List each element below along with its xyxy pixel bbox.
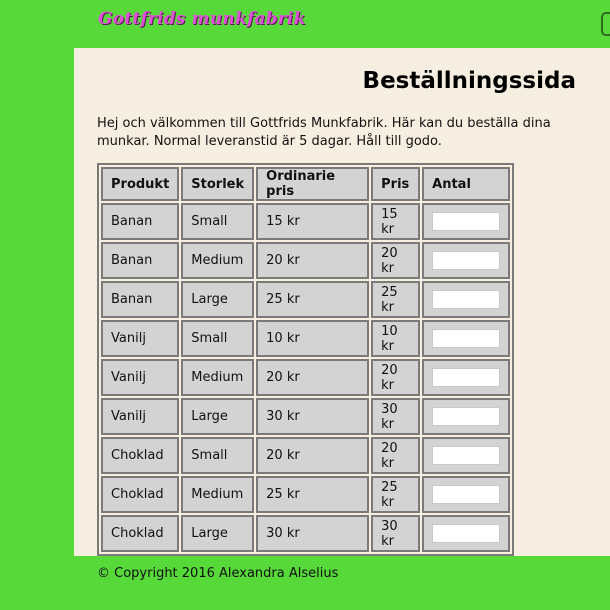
table-row: Choklad Small 20 kr 20 kr [101, 437, 511, 474]
cell-product: Vanilj [101, 320, 180, 357]
cell-price: 15 kr [371, 203, 421, 240]
table-row: Choklad Medium 25 kr 25 kr [101, 476, 511, 513]
cell-product: Choklad [101, 515, 180, 552]
cell-quantity [422, 515, 511, 552]
cell-regular-price: 20 kr [256, 359, 370, 396]
table-row: Choklad Large 30 kr 30 kr [101, 515, 511, 552]
table-header-row: Produkt Storlek Ordinarie pris Pris Anta… [101, 167, 511, 201]
table-row: Vanilj Medium 20 kr 20 kr [101, 359, 511, 396]
cell-quantity [422, 281, 511, 318]
cell-size: Small [181, 203, 255, 240]
header-quantity: Antal [422, 167, 511, 201]
cell-price: 25 kr [371, 281, 421, 318]
quantity-input[interactable] [432, 407, 501, 426]
cell-regular-price: 30 kr [256, 515, 370, 552]
cell-quantity [422, 437, 511, 474]
cell-size: Large [181, 515, 255, 552]
cell-product: Banan [101, 281, 180, 318]
cell-size: Large [181, 398, 255, 435]
table-row: Banan Large 25 kr 25 kr [101, 281, 511, 318]
cell-product: Banan [101, 242, 180, 279]
quantity-input[interactable] [432, 251, 501, 270]
site-logo[interactable]: Gottfrids munkfabrik [98, 9, 306, 29]
table-row: Vanilj Large 30 kr 30 kr [101, 398, 511, 435]
cell-size: Medium [181, 242, 255, 279]
cell-product: Vanilj [101, 359, 180, 396]
page-title: Beställningssida [362, 68, 576, 94]
cell-product: Choklad [101, 437, 180, 474]
cell-quantity [422, 242, 511, 279]
cell-quantity [422, 476, 511, 513]
cell-quantity [422, 203, 511, 240]
cell-regular-price: 25 kr [256, 281, 370, 318]
cell-regular-price: 15 kr [256, 203, 370, 240]
cell-price: 20 kr [371, 359, 421, 396]
quantity-input[interactable] [432, 212, 501, 231]
cell-regular-price: 20 kr [256, 242, 370, 279]
cell-product: Vanilj [101, 398, 180, 435]
cell-regular-price: 20 kr [256, 437, 370, 474]
quantity-input[interactable] [432, 524, 501, 543]
cell-quantity [422, 398, 511, 435]
order-table-body: Banan Small 15 kr 15 kr Banan Medium 20 kr 20 k… [101, 203, 511, 552]
cell-price: 30 kr [371, 398, 421, 435]
cell-price: 20 kr [371, 242, 421, 279]
quantity-input[interactable] [432, 446, 501, 465]
cell-size: Medium [181, 476, 255, 513]
cell-quantity [422, 320, 511, 357]
cell-quantity [422, 359, 511, 396]
table-row: Banan Medium 20 kr 20 kr [101, 242, 511, 279]
cell-size: Small [181, 437, 255, 474]
header-price: Pris [371, 167, 421, 201]
cell-regular-price: 10 kr [256, 320, 370, 357]
cell-price: 25 kr [371, 476, 421, 513]
header-product: Produkt [101, 167, 180, 201]
cell-size: Small [181, 320, 255, 357]
quantity-input[interactable] [432, 368, 501, 387]
cell-size: Medium [181, 359, 255, 396]
quantity-input[interactable] [432, 485, 501, 504]
main-panel: Beställningssida Hej och välkommen till … [74, 48, 610, 556]
cell-product: Banan [101, 203, 180, 240]
cell-size: Large [181, 281, 255, 318]
quantity-input[interactable] [432, 329, 501, 348]
table-row: Vanilj Small 10 kr 10 kr [101, 320, 511, 357]
cell-regular-price: 25 kr [256, 476, 370, 513]
header-size: Storlek [181, 167, 255, 201]
table-row: Banan Small 15 kr 15 kr [101, 203, 511, 240]
cell-price: 20 kr [371, 437, 421, 474]
order-table: Produkt Storlek Ordinarie pris Pris Anta… [97, 163, 515, 556]
quantity-input[interactable] [432, 290, 501, 309]
corner-widget [601, 12, 610, 36]
intro-text: Hej och välkommen till Gottfrids Munkfab… [97, 116, 551, 149]
cell-price: 10 kr [371, 320, 421, 357]
header-regular-price: Ordinarie pris [256, 167, 370, 201]
cell-regular-price: 30 kr [256, 398, 370, 435]
cell-product: Choklad [101, 476, 180, 513]
cell-price: 30 kr [371, 515, 421, 552]
footer-copyright: © Copyright 2016 Alexandra Alselius [97, 566, 339, 581]
